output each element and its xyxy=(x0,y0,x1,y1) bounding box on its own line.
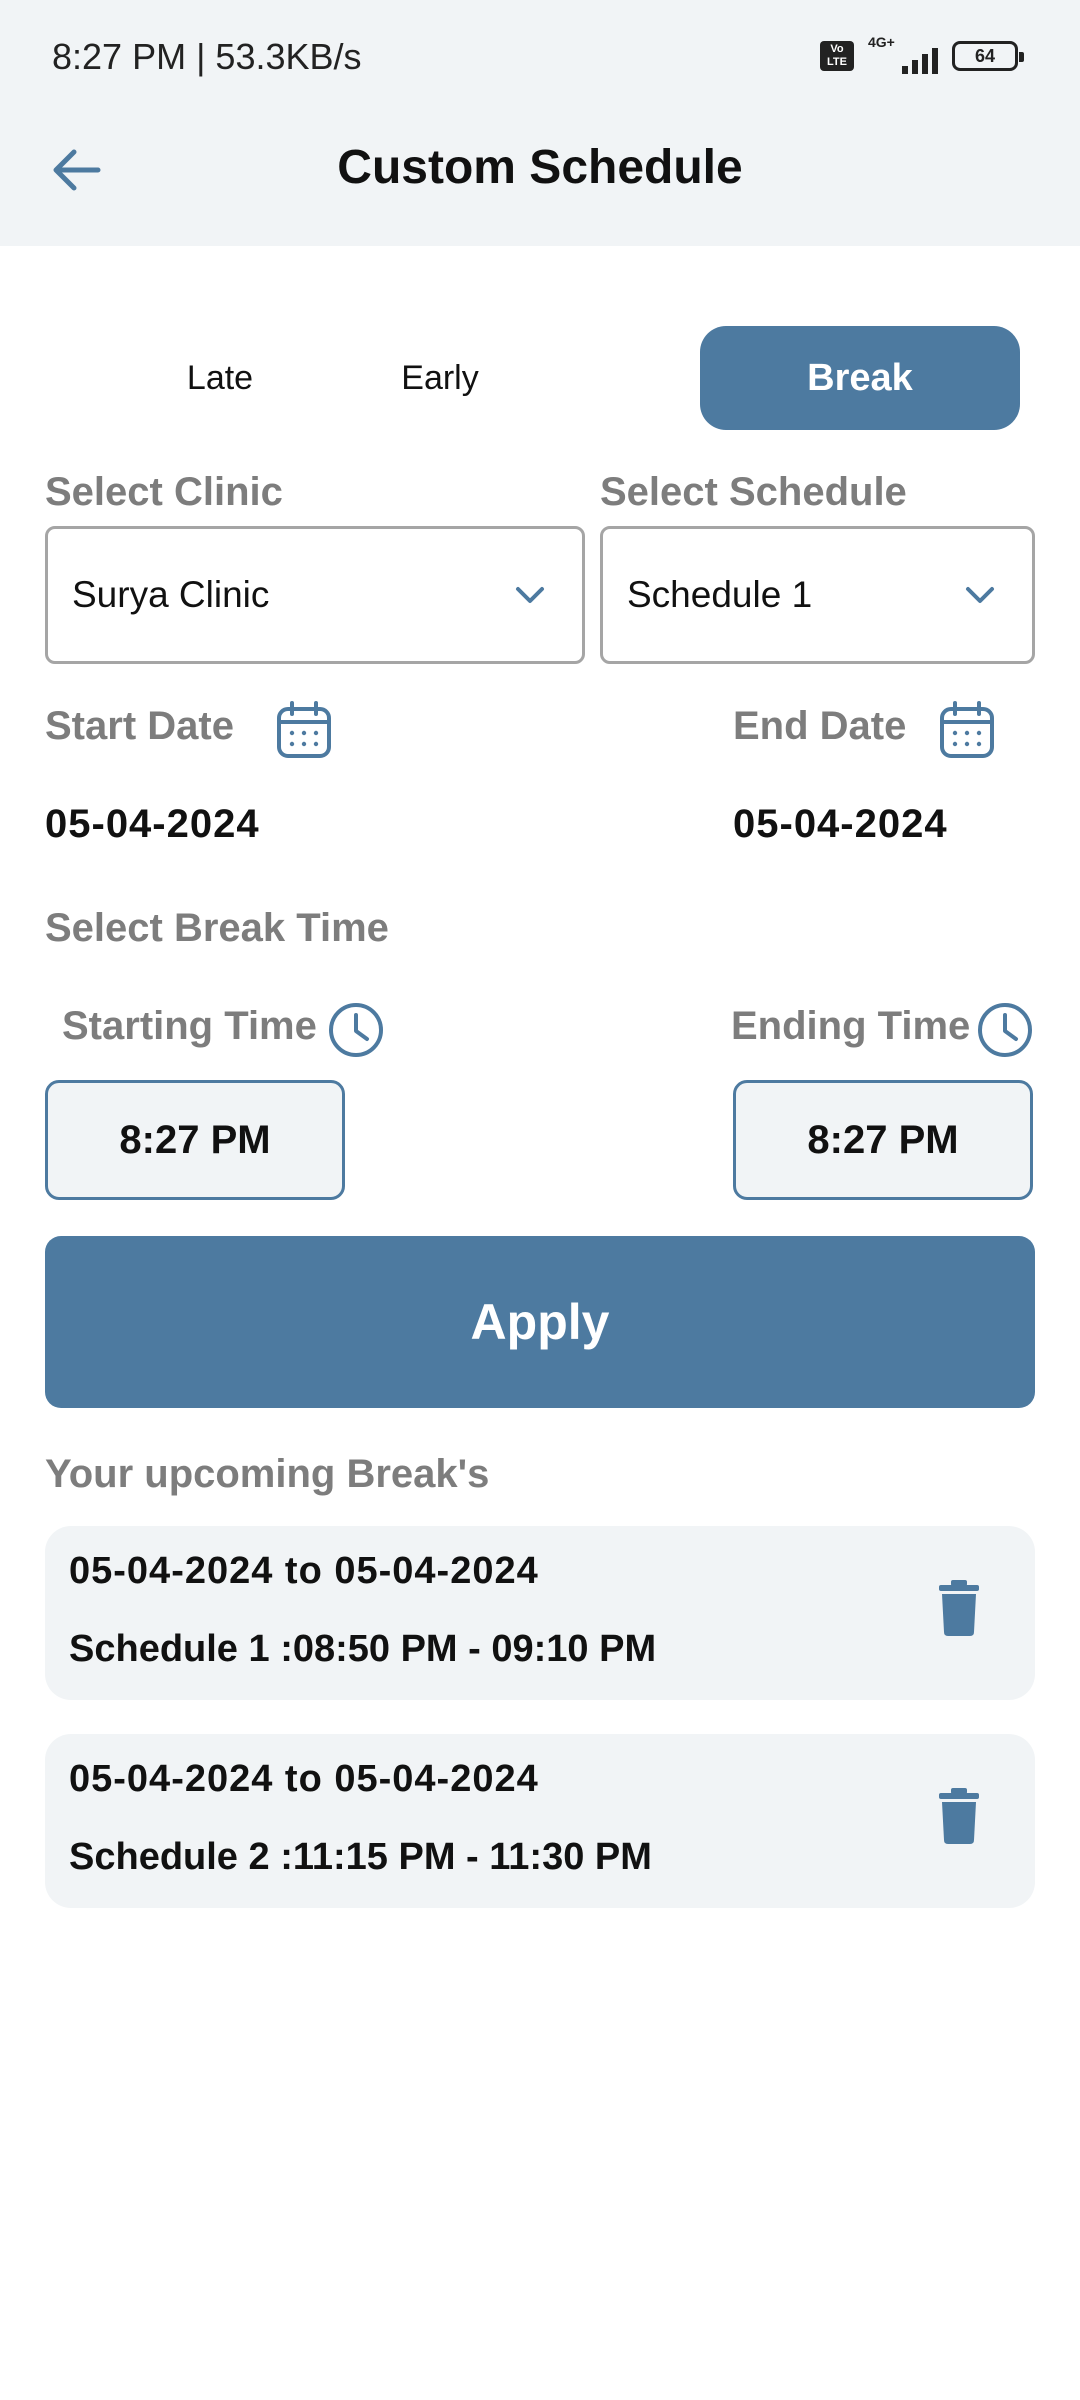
calendar-icon[interactable] xyxy=(275,700,333,760)
top-bar: 8:27 PM | 53.3KB/s Vo LTE 4G+ 64 Custom S… xyxy=(0,0,1080,246)
end-date-value[interactable]: 05-04-2024 xyxy=(733,802,948,847)
trash-icon[interactable] xyxy=(939,1580,979,1636)
clinic-label: Select Clinic xyxy=(45,470,283,514)
break-schedule-time: Schedule 2 :11:15 PM - 11:30 PM xyxy=(69,1836,652,1878)
clinic-value: Surya Clinic xyxy=(72,574,270,615)
list-item: 05-04-2024 to 05-04-2024 Schedule 1 :08:… xyxy=(45,1526,1035,1700)
calendar-icon[interactable] xyxy=(938,700,996,760)
break-schedule-time: Schedule 1 :08:50 PM - 09:10 PM xyxy=(69,1628,657,1670)
list-item: 05-04-2024 to 05-04-2024 Schedule 2 :11:… xyxy=(45,1734,1035,1908)
ending-time-label: Ending Time xyxy=(731,1004,971,1048)
chevron-down-icon xyxy=(966,587,994,603)
volte-icon: Vo LTE xyxy=(820,41,854,71)
mode-tabs: Late Early Break xyxy=(60,326,1020,430)
clock-icon[interactable] xyxy=(327,1001,385,1059)
starting-time-field[interactable]: 8:27 PM xyxy=(45,1080,345,1200)
break-time-label: Select Break Time xyxy=(45,906,389,950)
status-time: 8:27 PM | 53.3KB/s xyxy=(52,36,362,77)
battery-icon: 64 xyxy=(952,41,1024,71)
tab-early[interactable]: Early xyxy=(280,326,600,430)
clock-icon[interactable] xyxy=(976,1001,1034,1059)
upcoming-heading: Your upcoming Break's xyxy=(45,1452,490,1496)
break-date-range: 05-04-2024 to 05-04-2024 xyxy=(69,1758,539,1800)
starting-time-label: Starting Time xyxy=(62,1004,317,1048)
apply-button[interactable]: Apply xyxy=(45,1236,1035,1408)
trash-icon[interactable] xyxy=(939,1788,979,1844)
clinic-dropdown[interactable]: Surya Clinic xyxy=(45,526,585,664)
schedule-value: Schedule 1 xyxy=(627,574,813,615)
page-title: Custom Schedule xyxy=(337,141,743,194)
schedule-label: Select Schedule xyxy=(600,470,907,514)
break-date-range: 05-04-2024 to 05-04-2024 xyxy=(69,1550,539,1592)
start-date-label: Start Date xyxy=(45,704,234,748)
schedule-dropdown[interactable]: Schedule 1 xyxy=(600,526,1035,664)
tab-break[interactable]: Break xyxy=(700,326,1020,430)
status-icons: Vo LTE 4G+ 64 xyxy=(820,34,1024,74)
signal-icon: 4G+ xyxy=(868,34,938,74)
start-date-value[interactable]: 05-04-2024 xyxy=(45,802,260,847)
chevron-down-icon xyxy=(516,587,544,603)
ending-time-field[interactable]: 8:27 PM xyxy=(733,1080,1033,1200)
end-date-label: End Date xyxy=(733,704,907,748)
